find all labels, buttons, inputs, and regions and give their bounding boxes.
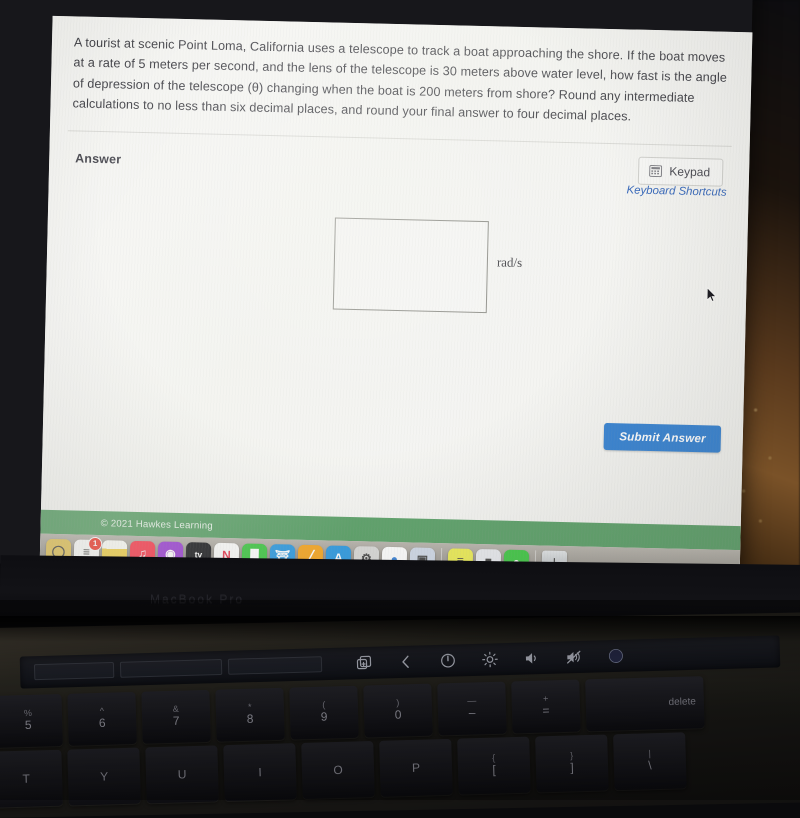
- key-6[interactable]: ^ 6: [67, 691, 137, 746]
- key-–[interactable]: — –: [437, 681, 507, 736]
- key-8[interactable]: * 8: [215, 687, 285, 742]
- key-i[interactable]: I: [223, 743, 297, 802]
- key-label: O: [333, 762, 343, 777]
- key-9[interactable]: (9: [289, 685, 359, 740]
- key-0[interactable]: ) 0: [363, 683, 433, 738]
- key-upper-label: +: [542, 693, 549, 704]
- key-\[interactable]: | \: [613, 732, 687, 791]
- brightness-icon[interactable]: [482, 651, 498, 668]
- key-label: 5: [24, 717, 32, 733]
- key-label: 9: [320, 709, 328, 724]
- key-upper-label: }: [570, 750, 574, 761]
- key-label: delete: [668, 695, 696, 708]
- key-label: –: [468, 705, 476, 720]
- key-label: U: [177, 766, 187, 781]
- calculator-icon: [649, 164, 663, 177]
- key-upper-label: &: [172, 703, 179, 714]
- answer-label: Answer: [75, 150, 122, 167]
- submit-answer-button[interactable]: Submit Answer: [603, 422, 722, 453]
- key-u[interactable]: U: [145, 745, 219, 804]
- key-7[interactable]: & 7: [141, 689, 211, 744]
- key-label: P: [411, 760, 421, 775]
- copyright-text: © 2021 Hawkes Learning: [100, 517, 214, 532]
- key-upper-label: {: [492, 752, 496, 763]
- key-upper-label: (: [322, 699, 326, 710]
- answer-area: Answer Keypad Keyboard Shortcuts rad/s S…: [42, 130, 750, 476]
- hawkes-learning-page: A tourist at scenic Point Loma, Californ…: [39, 15, 753, 585]
- chevron-left-icon[interactable]: [398, 654, 414, 670]
- new-tab-icon[interactable]: [356, 655, 372, 671]
- key-label: [: [492, 762, 496, 777]
- key-label: Y: [99, 768, 109, 784]
- keypad-button[interactable]: Keypad: [638, 156, 724, 187]
- mouse-cursor: [706, 287, 717, 302]
- key-o[interactable]: O: [301, 741, 375, 799]
- touch-bar-chip[interactable]: [33, 661, 115, 681]
- touch-bar-chip-three[interactable]: [227, 656, 323, 675]
- key-label: 6: [98, 715, 106, 730]
- key-t[interactable]: T: [0, 749, 63, 808]
- volume-icon[interactable]: [524, 650, 540, 666]
- key-[[interactable]: {[: [457, 736, 531, 795]
- key-upper-label: |: [648, 748, 651, 759]
- key-upper-label: %: [23, 707, 33, 719]
- question-text: A tourist at scenic Point Loma, Californ…: [72, 35, 728, 124]
- touch-bar-control-strip[interactable]: [356, 648, 624, 671]
- key-upper-label: ^: [99, 705, 105, 716]
- key-label: 0: [394, 707, 402, 722]
- key-upper-label: —: [467, 695, 477, 706]
- key-p[interactable]: P: [379, 738, 453, 797]
- mute-icon[interactable]: [566, 649, 582, 665]
- key-label: 8: [246, 711, 254, 726]
- key-label: =: [542, 703, 550, 718]
- key-label: ]: [570, 760, 574, 775]
- key-=[interactable]: + =: [511, 679, 581, 734]
- dock-badge: 1: [88, 536, 103, 551]
- siri-icon[interactable]: [608, 648, 624, 664]
- keypad-button-label: Keypad: [669, 163, 711, 179]
- key-label: \: [648, 758, 652, 773]
- macbook-pro-brand-text: MacBook Pro: [150, 592, 245, 606]
- touch-bar-suggestion-strip[interactable]: [33, 655, 334, 681]
- laptop-screen: A tourist at scenic Point Loma, Californ…: [39, 15, 753, 585]
- answer-input[interactable]: [332, 217, 489, 313]
- key-][interactable]: }]: [535, 734, 609, 793]
- key-delete[interactable]: delete: [585, 676, 705, 732]
- question-area: A tourist at scenic Point Loma, Californ…: [50, 16, 752, 140]
- key-5[interactable]: % 5: [0, 694, 63, 748]
- key-label: I: [258, 764, 262, 779]
- key-label: T: [22, 771, 30, 786]
- power-icon[interactable]: [440, 652, 456, 668]
- key-y[interactable]: Y: [67, 747, 141, 806]
- answer-unit-label: rad/s: [496, 253, 523, 270]
- keyboard-shortcuts-link[interactable]: Keyboard Shortcuts: [626, 184, 726, 198]
- key-upper-label: *: [247, 701, 252, 712]
- key-label: 7: [172, 713, 180, 728]
- key-upper-label: ): [396, 697, 400, 708]
- touch-bar-chip-two[interactable]: [119, 658, 223, 678]
